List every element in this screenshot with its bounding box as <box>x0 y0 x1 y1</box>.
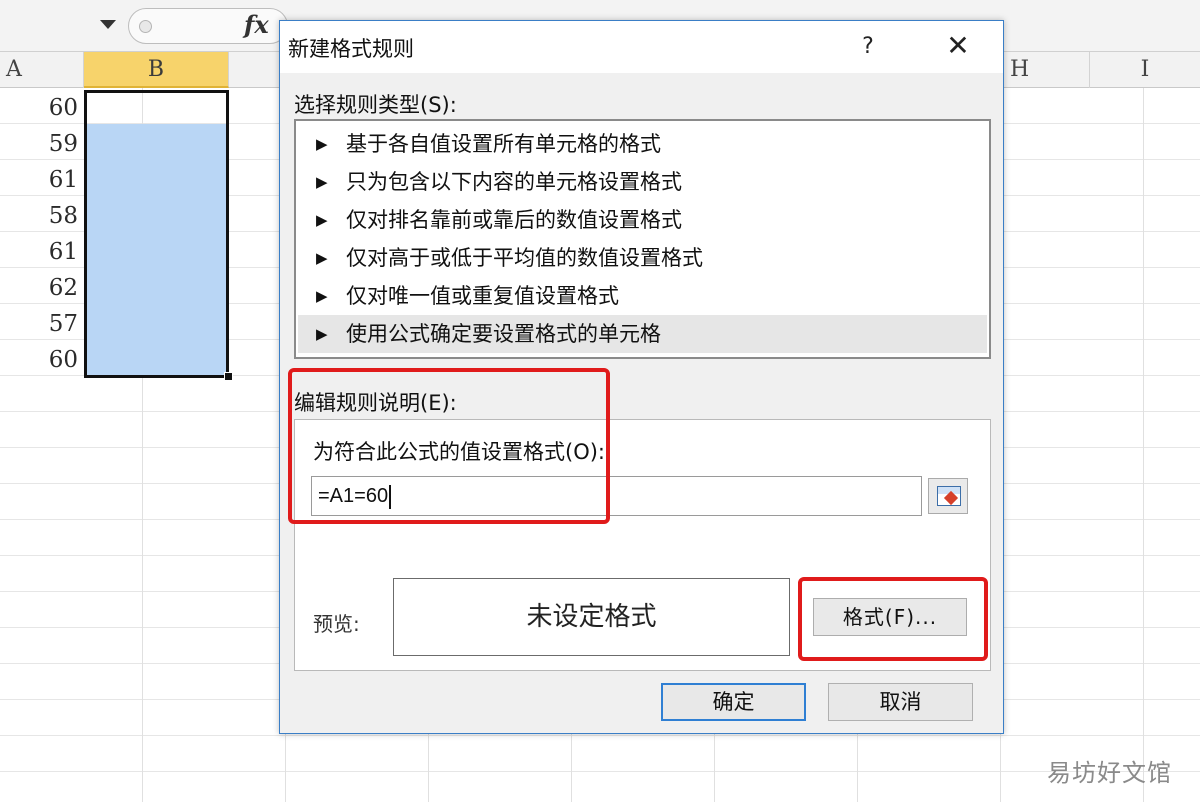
triangle-right-icon: ▶ <box>316 287 328 305</box>
fill-handle[interactable] <box>224 372 233 381</box>
triangle-right-icon: ▶ <box>316 325 328 343</box>
selected-range-border[interactable] <box>84 90 229 378</box>
cell-a8[interactable]: 60 <box>0 342 80 378</box>
cell-a7[interactable]: 57 <box>0 306 80 342</box>
dialog-title: 新建格式规则 <box>288 37 414 61</box>
cancel-button[interactable]: 取消 <box>828 683 973 721</box>
help-icon[interactable]: ? <box>848 29 888 65</box>
triangle-right-icon: ▶ <box>316 173 328 191</box>
column-header-i[interactable]: I <box>1090 52 1200 88</box>
namebox-dropdown-icon[interactable] <box>100 20 116 29</box>
watermark: 易坊好文馆 <box>1047 759 1172 787</box>
triangle-right-icon: ▶ <box>316 211 328 229</box>
dialog-titlebar[interactable]: 新建格式规则 ? ✕ <box>280 21 1003 73</box>
rule-type-item[interactable]: ▶ 仅对高于或低于平均值的数值设置格式 <box>298 239 987 277</box>
ok-button[interactable]: 确定 <box>661 683 806 721</box>
highlight-format-button <box>798 577 988 661</box>
cell-a4[interactable]: 58 <box>0 198 80 234</box>
cell-a5[interactable]: 61 <box>0 234 80 270</box>
rule-type-item[interactable]: ▶ 基于各自值设置所有单元格的格式 <box>298 125 987 163</box>
column-header-a[interactable]: A <box>0 52 84 88</box>
cell-a3[interactable]: 61 <box>0 162 80 198</box>
rule-type-item-selected[interactable]: ▶ 使用公式确定要设置格式的单元格 <box>298 315 987 353</box>
cell-a2[interactable]: 59 <box>0 126 80 162</box>
cell-a1[interactable]: 60 <box>0 90 80 126</box>
range-select-button[interactable] <box>928 478 968 514</box>
triangle-right-icon: ▶ <box>316 249 328 267</box>
insert-function-icon[interactable]: fx <box>244 10 269 39</box>
close-icon[interactable]: ✕ <box>938 29 978 65</box>
column-header-b[interactable]: B <box>84 52 229 88</box>
rule-type-list[interactable]: ▶ 基于各自值设置所有单元格的格式 ▶ 只为包含以下内容的单元格设置格式 ▶ 仅… <box>294 119 991 359</box>
cell-a6[interactable]: 62 <box>0 270 80 306</box>
rule-type-item[interactable]: ▶ 仅对唯一值或重复值设置格式 <box>298 277 987 315</box>
highlight-formula-section <box>288 368 610 524</box>
preview-box: 未设定格式 <box>393 578 790 656</box>
column-header-h[interactable]: H <box>1004 52 1090 88</box>
rule-type-item[interactable]: ▶ 仅对排名靠前或靠后的数值设置格式 <box>298 201 987 239</box>
rule-type-item[interactable]: ▶ 只为包含以下内容的单元格设置格式 <box>298 163 987 201</box>
rule-type-label: 选择规则类型(S): <box>294 93 457 117</box>
triangle-right-icon: ▶ <box>316 135 328 153</box>
cancel-entry-icon[interactable] <box>139 20 152 33</box>
preview-label: 预览: <box>313 612 360 636</box>
